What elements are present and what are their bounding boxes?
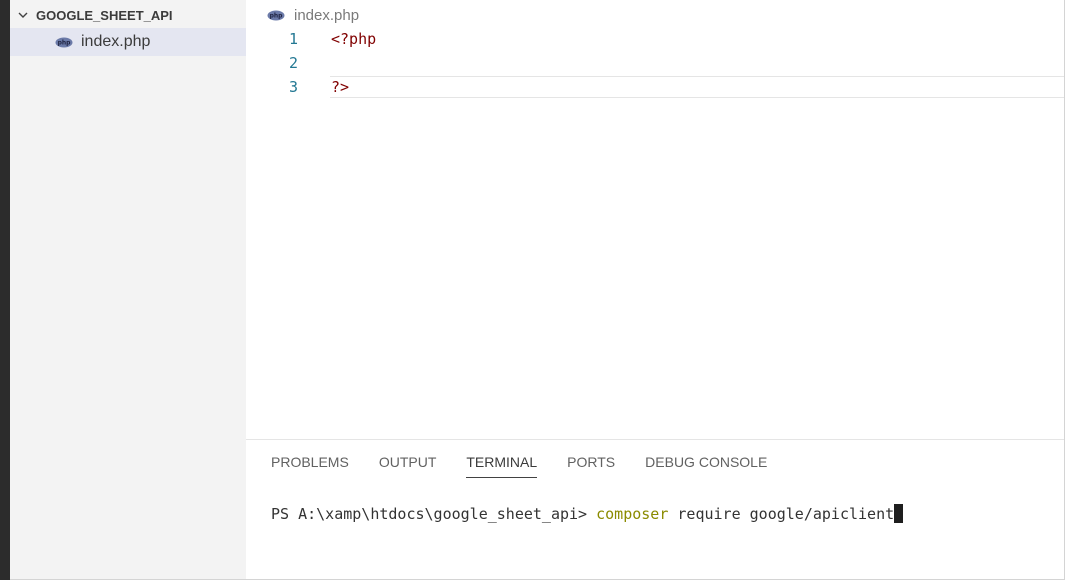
terminal-args: require google/apiclient: [668, 505, 894, 523]
editor-area[interactable]: php index.php 1 <?php 2 3 ?>: [246, 0, 1065, 439]
file-label: index.php: [81, 33, 150, 51]
tab-problems[interactable]: PROBLEMS: [271, 452, 349, 478]
terminal-prompt: PS A:\xamp\htdocs\google_sheet_api>: [271, 505, 596, 523]
tab-terminal[interactable]: TERMINAL: [466, 452, 537, 478]
terminal-cursor: [894, 504, 903, 523]
svg-text:php: php: [58, 39, 72, 46]
breadcrumb[interactable]: php index.php: [266, 4, 359, 26]
line-number: 3: [266, 76, 298, 98]
svg-text:php: php: [270, 12, 284, 19]
line-number: 1: [266, 28, 298, 50]
chevron-down-icon[interactable]: [10, 9, 36, 21]
panel-tabs: PROBLEMS OUTPUT TERMINAL PORTS DEBUG CON…: [271, 452, 797, 478]
terminal-input-line[interactable]: PS A:\xamp\htdocs\google_sheet_api> comp…: [271, 503, 903, 525]
code-line[interactable]: 1 <?php: [246, 28, 1065, 50]
file-item-index-php[interactable]: php index.php: [10, 28, 246, 56]
vscode-window: GOOGLE_SHEET_API php index.php php index…: [0, 0, 1065, 580]
explorer-sidebar: GOOGLE_SHEET_API php index.php: [10, 0, 246, 580]
line-code[interactable]: ?>: [331, 76, 349, 98]
line-number: 2: [266, 52, 298, 74]
php-file-icon: php: [54, 35, 74, 49]
code-line[interactable]: 3 ?>: [246, 76, 1065, 98]
code-line[interactable]: 2: [246, 52, 1065, 74]
tab-debug-console[interactable]: DEBUG CONSOLE: [645, 452, 767, 478]
folder-name: GOOGLE_SHEET_API: [36, 8, 173, 23]
php-file-icon: php: [266, 8, 286, 22]
tab-ports[interactable]: PORTS: [567, 452, 615, 478]
line-code[interactable]: <?php: [331, 28, 376, 50]
tab-output[interactable]: OUTPUT: [379, 452, 437, 478]
folder-header[interactable]: GOOGLE_SHEET_API: [10, 4, 246, 26]
breadcrumb-file[interactable]: index.php: [294, 7, 359, 24]
activity-bar-edge: [0, 0, 10, 580]
bottom-panel: PROBLEMS OUTPUT TERMINAL PORTS DEBUG CON…: [246, 439, 1065, 580]
terminal-command: composer: [596, 505, 668, 523]
